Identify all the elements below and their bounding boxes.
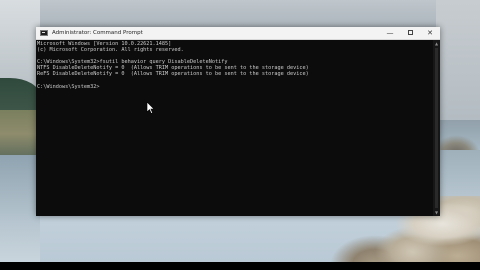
scroll-up-icon[interactable]: ▲ bbox=[434, 41, 439, 46]
maximize-icon bbox=[407, 29, 413, 35]
mouse-cursor-icon bbox=[146, 102, 154, 114]
wallpaper-sky-left bbox=[0, 0, 40, 90]
console-output[interactable]: Microsoft Windows [Version 10.0.22621.14… bbox=[36, 40, 433, 216]
maximize-button[interactable] bbox=[400, 27, 420, 39]
command-prompt-window[interactable]: Administrator: Command Prompt — ✕ Micros… bbox=[36, 27, 440, 216]
scroll-down-icon[interactable]: ▼ bbox=[434, 210, 439, 215]
desktop: Administrator: Command Prompt — ✕ Micros… bbox=[0, 0, 480, 270]
window-titlebar[interactable]: Administrator: Command Prompt — ✕ bbox=[36, 27, 440, 40]
console-prompt-line[interactable]: C:\Windows\System32> bbox=[37, 84, 433, 90]
minimize-button[interactable]: — bbox=[380, 27, 400, 39]
wallpaper-sky-right bbox=[436, 0, 480, 120]
vertical-scrollbar[interactable]: ▲ ▼ bbox=[433, 40, 440, 216]
wallpaper-water-left bbox=[0, 155, 40, 270]
command-prompt-icon[interactable] bbox=[40, 30, 48, 36]
window-title: Administrator: Command Prompt bbox=[52, 30, 143, 36]
scroll-thumb[interactable] bbox=[435, 48, 438, 208]
wallpaper-shore-left bbox=[0, 110, 40, 158]
close-button[interactable]: ✕ bbox=[420, 27, 440, 39]
letterbox-bar bbox=[0, 262, 480, 270]
